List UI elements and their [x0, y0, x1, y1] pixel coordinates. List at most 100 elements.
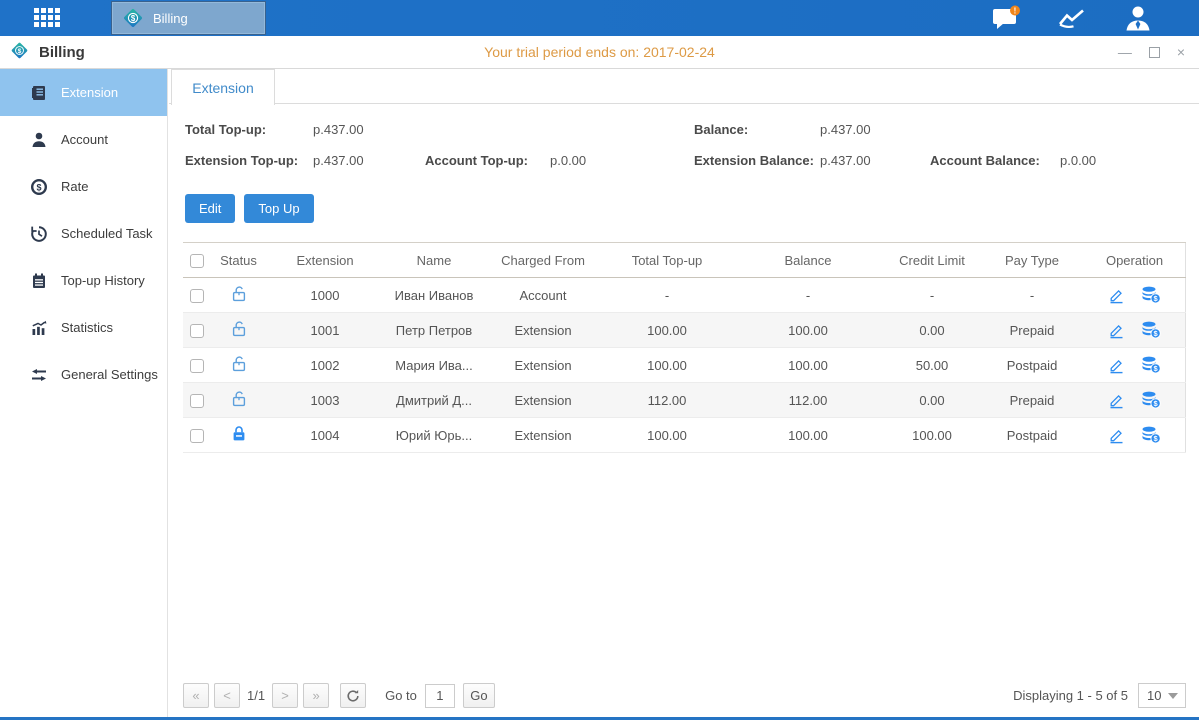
summary-panel: Total Top-up: p.437.00 Balance: p.437.00…: [169, 105, 1199, 189]
sidebar-item-rate[interactable]: $ Rate: [0, 163, 167, 210]
next-page-button[interactable]: >: [272, 683, 298, 708]
cell-total-topup: -: [602, 278, 732, 313]
edit-row-icon[interactable]: [1108, 427, 1125, 444]
table-row: 1002 Мария Ива... Extension 100.00 100.0…: [183, 348, 1186, 383]
cell-pay-type: Postpaid: [980, 348, 1084, 383]
row-checkbox[interactable]: [190, 289, 204, 303]
col-credit-limit: Credit Limit: [884, 243, 980, 278]
sidebar-item-general-settings[interactable]: General Settings: [0, 351, 167, 398]
edit-row-icon[interactable]: [1108, 392, 1125, 409]
tab-extension[interactable]: Extension: [171, 69, 275, 105]
maximize-button[interactable]: [1149, 47, 1160, 58]
table-row: 1004 Юрий Юрь... Extension 100.00 100.00…: [183, 418, 1186, 453]
sidebar-item-label: Rate: [61, 179, 88, 194]
cell-credit-limit: 50.00: [884, 348, 980, 383]
cell-charged-from: Extension: [484, 418, 602, 453]
select-all-checkbox[interactable]: [190, 254, 204, 268]
refresh-icon: [346, 689, 360, 703]
topup-row-icon[interactable]: $: [1141, 426, 1161, 444]
rate-icon: $: [30, 178, 48, 196]
col-pay-type: Pay Type: [980, 243, 1084, 278]
first-page-button[interactable]: «: [183, 683, 209, 708]
chart-icon[interactable]: [1057, 5, 1087, 31]
cell-extension: 1000: [266, 278, 384, 313]
message-icon[interactable]: !: [991, 5, 1021, 31]
row-checkbox[interactable]: [190, 324, 204, 338]
topup-row-icon[interactable]: $: [1141, 286, 1161, 304]
main-panel: Extension Total Top-up: p.437.00 Balance…: [169, 69, 1199, 717]
status-unlocked-icon: [231, 390, 247, 407]
status-unlocked-icon: [231, 285, 247, 302]
go-button[interactable]: Go: [463, 683, 495, 708]
col-charged-from: Charged From: [484, 243, 602, 278]
general-settings-icon: [30, 366, 48, 384]
cell-name: Петр Петров: [384, 313, 484, 348]
cell-charged-from: Extension: [484, 313, 602, 348]
chevron-down-icon: [1168, 693, 1178, 699]
user-icon[interactable]: [1123, 5, 1153, 31]
cell-balance: 112.00: [732, 383, 884, 418]
task-tab-label: Billing: [153, 11, 188, 26]
balance-value: p.437.00: [820, 122, 871, 137]
edit-row-icon[interactable]: [1108, 357, 1125, 374]
page-indicator: 1/1: [247, 688, 265, 703]
topup-history-icon: [30, 272, 48, 290]
sidebar-item-topup-history[interactable]: Top-up History: [0, 257, 167, 304]
app-grid-icon[interactable]: [34, 8, 60, 27]
topup-row-icon[interactable]: $: [1141, 391, 1161, 409]
goto-page-input[interactable]: [425, 684, 455, 708]
cell-extension: 1003: [266, 383, 384, 418]
titlebar: $ Billing Your trial period ends on: 201…: [0, 36, 1199, 69]
page-size-value: 10: [1147, 688, 1161, 703]
col-extension: Extension: [266, 243, 384, 278]
statistics-icon: [30, 319, 48, 337]
cell-balance: 100.00: [732, 313, 884, 348]
cell-total-topup: 112.00: [602, 383, 732, 418]
cell-pay-type: Postpaid: [980, 418, 1084, 453]
prev-page-button[interactable]: <: [214, 683, 240, 708]
topup-row-icon[interactable]: $: [1141, 356, 1161, 374]
sidebar-item-scheduled-task[interactable]: Scheduled Task: [0, 210, 167, 257]
displaying-text: Displaying 1 - 5 of 5: [1013, 688, 1128, 703]
row-checkbox[interactable]: [190, 394, 204, 408]
minimize-button[interactable]: —: [1118, 45, 1132, 59]
total-topup-value: p.437.00: [313, 122, 364, 137]
cell-pay-type: Prepaid: [980, 383, 1084, 418]
extension-icon: [30, 84, 48, 102]
top-up-button[interactable]: Top Up: [244, 194, 313, 223]
topup-row-icon[interactable]: $: [1141, 321, 1161, 339]
last-page-button[interactable]: »: [303, 683, 329, 708]
close-button[interactable]: ×: [1177, 45, 1185, 59]
sidebar-item-label: General Settings: [61, 367, 158, 382]
cell-extension: 1001: [266, 313, 384, 348]
sidebar-item-statistics[interactable]: Statistics: [0, 304, 167, 351]
edit-row-icon[interactable]: [1108, 322, 1125, 339]
row-checkbox[interactable]: [190, 359, 204, 373]
cell-extension: 1002: [266, 348, 384, 383]
billing-diamond-icon: $: [122, 7, 144, 29]
page-size-select[interactable]: 10: [1138, 683, 1186, 708]
sidebar-item-label: Top-up History: [61, 273, 145, 288]
sidebar-item-account[interactable]: Account: [0, 116, 167, 163]
sidebar: Extension Account $ Rate Scheduled Task: [0, 69, 168, 717]
col-operation: Operation: [1084, 243, 1186, 278]
extension-topup-label: Extension Top-up:: [185, 153, 298, 168]
cell-extension: 1004: [266, 418, 384, 453]
cell-pay-type: -: [980, 278, 1084, 313]
cell-credit-limit: 0.00: [884, 313, 980, 348]
status-unlocked-icon: [231, 355, 247, 372]
account-icon: [30, 131, 48, 149]
pagination-bar: « < 1/1 > » Go to Go Displaying 1 - 5 of…: [183, 682, 1186, 709]
account-balance-value: p.0.00: [1060, 153, 1096, 168]
refresh-button[interactable]: [340, 683, 366, 708]
cell-balance: -: [732, 278, 884, 313]
cell-charged-from: Extension: [484, 348, 602, 383]
edit-button[interactable]: Edit: [185, 194, 235, 223]
row-checkbox[interactable]: [190, 429, 204, 443]
edit-row-icon[interactable]: [1108, 287, 1125, 304]
cell-credit-limit: 0.00: [884, 383, 980, 418]
notification-badge: !: [1014, 6, 1017, 15]
cell-balance: 100.00: [732, 348, 884, 383]
task-tab-billing[interactable]: $ Billing: [112, 2, 265, 34]
sidebar-item-extension[interactable]: Extension: [0, 69, 167, 116]
